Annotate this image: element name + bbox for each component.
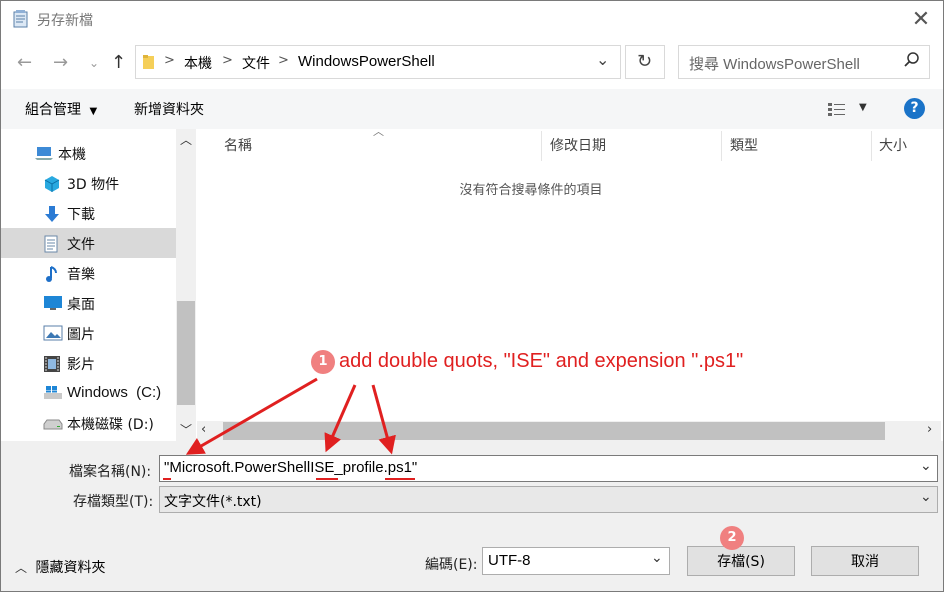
step-2-badge: 2 [720, 526, 744, 550]
annotation-arrows [185, 377, 396, 455]
annotation-arrow-to-quote [185, 377, 318, 455]
step-1-badge: 1 [311, 350, 335, 374]
save-as-dialog: 另存新檔 ✕ ← → ⌄ ↑ > 本機 > 文件 > WindowsPowerS… [0, 0, 944, 592]
annotation-arrow-to-ps1 [371, 384, 396, 455]
step-1-annotation-text: add double quots, "ISE" and expension ".… [339, 350, 744, 372]
annotation-arrow-to-ise [324, 384, 357, 453]
